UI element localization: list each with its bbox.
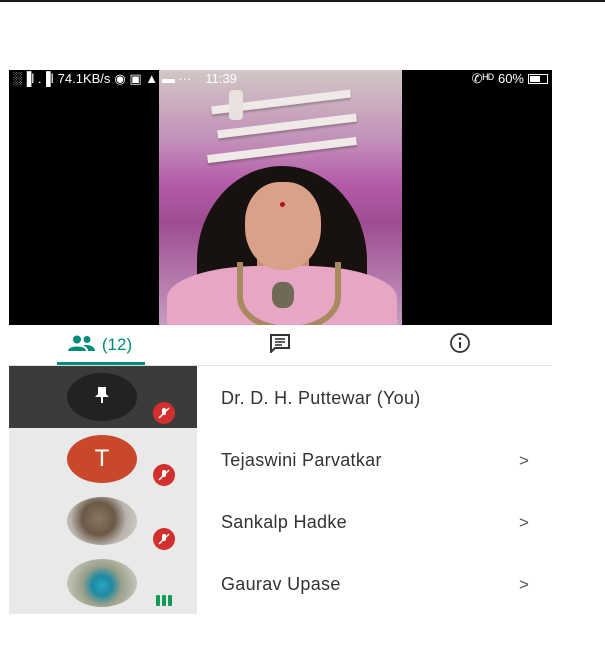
participant-name: Sankalp Hadke xyxy=(221,512,347,532)
tab-info[interactable] xyxy=(430,325,490,365)
participant-count: (12) xyxy=(101,335,133,354)
tab-chat[interactable] xyxy=(250,325,310,365)
mic-off-icon xyxy=(153,528,175,550)
person-bindi xyxy=(280,202,285,207)
person-pendant xyxy=(272,282,294,308)
pin-avatar[interactable] xyxy=(67,373,137,421)
chevron-right-icon[interactable]: > xyxy=(519,575,529,595)
chat-icon xyxy=(269,333,291,358)
mic-off-icon xyxy=(153,402,175,424)
phone-status-bar: ░▐l .▐l 74.1KB/s ◉ ▣ ▲ ▬ ··· 11:39 ✆ᴴᴰ 6… xyxy=(13,70,548,88)
hd-call-icon: ✆ᴴᴰ xyxy=(471,71,494,86)
participant-row[interactable]: T Tejaswini Parvatkar > xyxy=(9,428,552,490)
top-border xyxy=(0,0,605,2)
speaking-indicator-icon xyxy=(156,594,174,606)
info-icon xyxy=(449,332,471,359)
clock: 11:39 xyxy=(205,71,237,86)
chevron-right-icon[interactable]: > xyxy=(519,513,529,533)
participant-row[interactable]: Sankalp Hadke > xyxy=(9,490,552,552)
network-speed: 74.1KB/s xyxy=(57,71,111,86)
participant-row[interactable]: Gaurav Upase > xyxy=(9,552,552,614)
video-feed[interactable]: ░▐l .▐l 74.1KB/s ◉ ▣ ▲ ▬ ··· 11:39 ✆ᴴᴰ 6… xyxy=(9,70,552,325)
avatar xyxy=(67,497,137,545)
tab-participants[interactable]: (12) xyxy=(40,325,158,365)
avatar: T xyxy=(67,435,137,483)
signal-icon: ░▐l .▐l xyxy=(13,71,54,86)
notification-icons: ◉ ▣ ▲ ▬ ··· xyxy=(114,71,192,86)
chevron-right-icon[interactable]: > xyxy=(519,451,529,471)
participant-name: Dr. D. H. Puttewar (You) xyxy=(221,388,421,408)
participant-name: Tejaswini Parvatkar xyxy=(221,450,382,470)
participant-name: Gaurav Upase xyxy=(221,574,341,594)
battery-icon xyxy=(528,74,548,84)
background-shelf xyxy=(207,136,357,164)
avatar xyxy=(67,559,137,607)
participant-row-self[interactable]: Dr. D. H. Puttewar (You) xyxy=(9,366,552,428)
background-object xyxy=(229,90,243,120)
meeting-tab-bar: (12) xyxy=(0,325,552,365)
mic-off-icon xyxy=(153,464,175,486)
pin-icon xyxy=(93,385,111,410)
person-face xyxy=(245,182,321,270)
people-icon xyxy=(66,335,96,356)
battery-percent: 60% xyxy=(497,71,524,86)
presenter-video xyxy=(159,70,402,325)
